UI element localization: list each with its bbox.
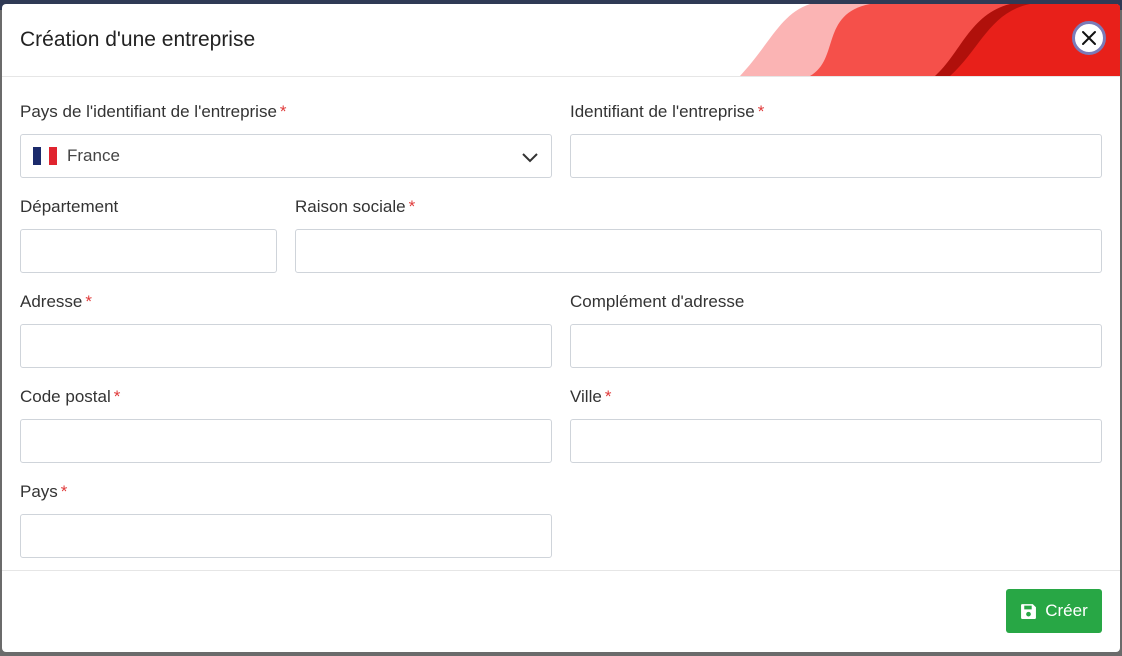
modal-footer: Créer <box>2 570 1120 652</box>
country-label: Pays * <box>20 482 68 501</box>
modal-body: Pays de l'identifiant de l'entreprise * F… <box>2 77 1120 569</box>
company-name-label: Raison sociale * <box>295 197 416 216</box>
department-field: Département <box>20 196 277 273</box>
country-id-select[interactable]: France <box>20 134 552 178</box>
postal-code-input[interactable] <box>20 419 552 463</box>
address-complement-field: Complément d'adresse <box>570 291 1102 368</box>
address-complement-label: Complément d'adresse <box>570 292 745 311</box>
address-complement-input[interactable] <box>570 324 1102 368</box>
create-button[interactable]: Créer <box>1006 589 1102 633</box>
chevron-down-icon <box>522 153 538 163</box>
modal-header: Création d'une entreprise <box>2 4 1120 77</box>
company-name-field: Raison sociale * <box>295 196 1102 273</box>
company-id-field: Identifiant de l'entreprise * <box>570 101 1102 178</box>
country-id-field: Pays de l'identifiant de l'entreprise * F… <box>20 101 552 178</box>
postal-code-field: Code postal * <box>20 386 552 463</box>
department-input[interactable] <box>20 229 277 273</box>
company-id-label: Identifiant de l'entreprise * <box>570 102 765 121</box>
france-flag-icon <box>33 147 57 165</box>
create-button-label: Créer <box>1045 601 1088 620</box>
company-name-input[interactable] <box>295 229 1102 273</box>
address-label: Adresse * <box>20 292 92 311</box>
country-id-label: Pays de l'identifiant de l'entreprise * <box>20 102 287 121</box>
country-field: Pays * <box>20 481 552 558</box>
close-button[interactable] <box>1072 21 1106 55</box>
close-icon <box>1082 31 1096 45</box>
city-input[interactable] <box>570 419 1102 463</box>
department-label: Département <box>20 197 119 216</box>
header-decoration <box>740 4 1120 76</box>
country-id-value: France <box>67 146 120 165</box>
city-label: Ville * <box>570 387 612 406</box>
create-company-modal: Création d'une entreprise Pays de l'iden… <box>2 4 1120 652</box>
postal-code-label: Code postal * <box>20 387 121 406</box>
city-field: Ville * <box>570 386 1102 463</box>
address-input[interactable] <box>20 324 552 368</box>
modal-title: Création d'une entreprise <box>20 28 256 51</box>
address-field: Adresse * <box>20 291 552 368</box>
company-id-input[interactable] <box>570 134 1102 178</box>
country-input[interactable] <box>20 514 552 558</box>
save-icon <box>1021 603 1037 619</box>
